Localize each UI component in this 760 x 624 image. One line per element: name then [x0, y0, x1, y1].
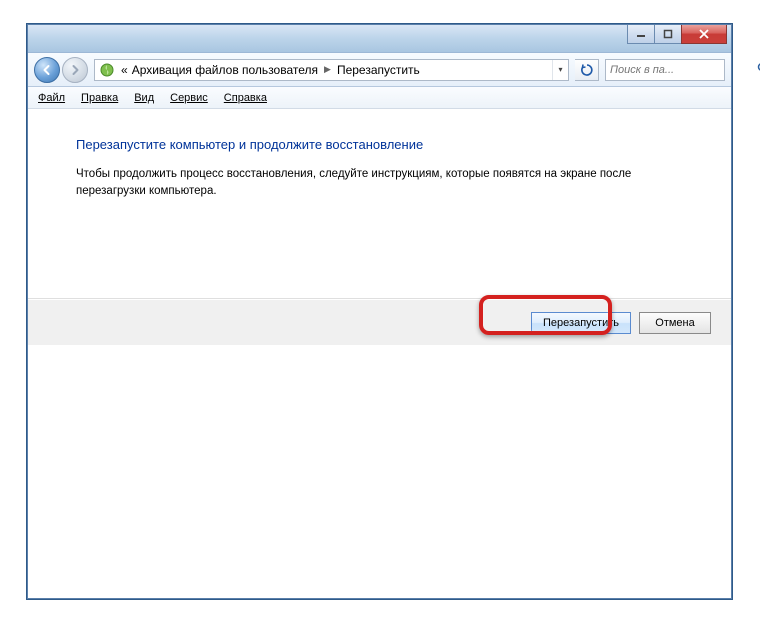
breadcrumb-item-1[interactable]: Архивация файлов пользователя — [130, 63, 320, 77]
cancel-button[interactable]: Отмена — [639, 312, 711, 334]
back-button[interactable] — [34, 57, 60, 83]
menu-edit[interactable]: Правка — [81, 92, 118, 104]
search-box — [605, 59, 725, 81]
forward-button[interactable] — [62, 57, 88, 83]
location-icon — [98, 61, 116, 79]
content-area: Перезапустите компьютер и продолжите вос… — [28, 109, 731, 299]
breadcrumb-item-2[interactable]: Перезапустить — [335, 63, 422, 77]
chevron-right-icon: ▶ — [320, 64, 335, 75]
window-controls — [628, 25, 727, 44]
menu-help[interactable]: Справка — [224, 92, 267, 104]
navigation-bar: « Архивация файлов пользователя ▶ Переза… — [28, 53, 731, 87]
button-bar: Перезапустить Отмена — [28, 299, 731, 345]
menu-tools[interactable]: Сервис — [170, 92, 208, 104]
titlebar — [28, 25, 731, 53]
close-button[interactable] — [681, 25, 727, 44]
address-dropdown[interactable]: ▾ — [552, 60, 568, 80]
page-headline: Перезапустите компьютер и продолжите вос… — [76, 137, 683, 152]
window-frame: « Архивация файлов пользователя ▶ Переза… — [27, 24, 732, 599]
maximize-button[interactable] — [654, 25, 682, 44]
address-bar[interactable]: « Архивация файлов пользователя ▶ Переза… — [94, 59, 569, 81]
search-input[interactable] — [606, 64, 757, 76]
minimize-button[interactable] — [627, 25, 655, 44]
page-body-text: Чтобы продолжить процесс восстановления,… — [76, 166, 683, 201]
menu-view[interactable]: Вид — [134, 92, 154, 104]
restart-button[interactable]: Перезапустить — [531, 312, 631, 334]
menu-bar: Файл Правка Вид Сервис Справка — [28, 87, 731, 109]
menu-file[interactable]: Файл — [38, 92, 65, 104]
breadcrumb-prefix: « — [119, 63, 130, 77]
refresh-button[interactable] — [575, 59, 599, 81]
